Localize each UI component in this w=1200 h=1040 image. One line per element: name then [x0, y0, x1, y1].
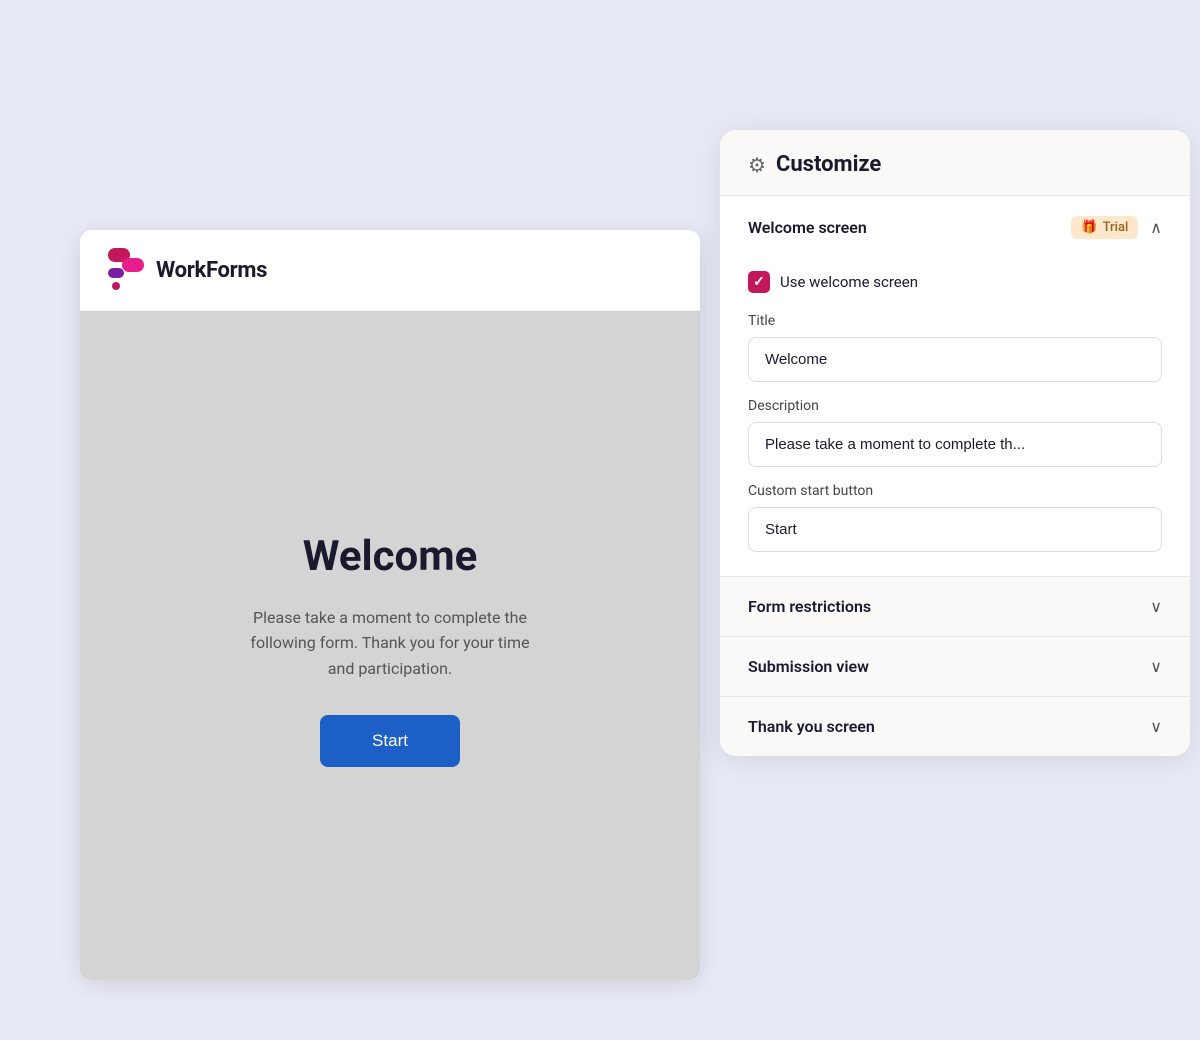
form-restrictions-section-header[interactable]: Form restrictions ∨: [720, 577, 1190, 636]
trial-badge-label: Trial: [1103, 220, 1129, 235]
thank-you-screen-title: Thank you screen: [748, 717, 875, 736]
customize-title: Customize: [776, 152, 881, 177]
use-welcome-screen-checkbox[interactable]: [748, 271, 770, 293]
thank-you-screen-section-header[interactable]: Thank you screen ∨: [720, 697, 1190, 756]
preview-welcome-title: Welcome: [303, 532, 478, 581]
form-restrictions-chevron: ∨: [1150, 597, 1162, 616]
welcome-screen-section: Welcome screen 🎁 Trial ∧ Use welcome scr…: [720, 195, 1190, 576]
preview-body: Welcome Please take a moment to complete…: [80, 311, 700, 980]
start-button-input[interactable]: [748, 507, 1162, 552]
welcome-screen-title: Welcome screen: [748, 218, 867, 237]
workforms-logo-icon: [108, 248, 144, 292]
submission-view-title: Submission view: [748, 657, 869, 676]
description-input[interactable]: [748, 422, 1162, 467]
trial-badge: 🎁 Trial: [1071, 216, 1138, 239]
form-restrictions-section: Form restrictions ∨: [720, 576, 1190, 636]
form-restrictions-title: Form restrictions: [748, 597, 871, 616]
gear-icon: ⚙: [748, 153, 766, 177]
title-input[interactable]: [748, 337, 1162, 382]
preview-start-button[interactable]: Start: [320, 715, 460, 767]
preview-app-title: WorkForms: [156, 258, 267, 283]
custom-start-button-label: Custom start button: [748, 483, 1162, 499]
customize-panel: ⚙ Customize Welcome screen 🎁 Trial ∧ Use…: [720, 130, 1190, 756]
use-welcome-screen-row[interactable]: Use welcome screen: [748, 271, 1162, 293]
preview-header: WorkForms: [80, 230, 700, 311]
thank-you-screen-section: Thank you screen ∨: [720, 696, 1190, 756]
thank-you-screen-chevron: ∨: [1150, 717, 1162, 736]
welcome-screen-chevron: ∧: [1150, 218, 1162, 237]
welcome-screen-content: Use welcome screen Title Description Cus…: [720, 259, 1190, 576]
use-welcome-screen-label: Use welcome screen: [780, 273, 918, 291]
title-field-label: Title: [748, 313, 1162, 329]
submission-view-chevron: ∨: [1150, 657, 1162, 676]
submission-view-section-header[interactable]: Submission view ∨: [720, 637, 1190, 696]
welcome-screen-section-header[interactable]: Welcome screen 🎁 Trial ∧: [720, 196, 1190, 259]
welcome-screen-header-right: 🎁 Trial ∧: [1071, 216, 1162, 239]
submission-view-section: Submission view ∨: [720, 636, 1190, 696]
preview-description: Please take a moment to complete the fol…: [240, 605, 540, 682]
description-field-label: Description: [748, 398, 1162, 414]
gift-icon: 🎁: [1081, 220, 1097, 235]
customize-header: ⚙ Customize: [720, 130, 1190, 195]
preview-panel: WorkForms Welcome Please take a moment t…: [80, 230, 700, 980]
